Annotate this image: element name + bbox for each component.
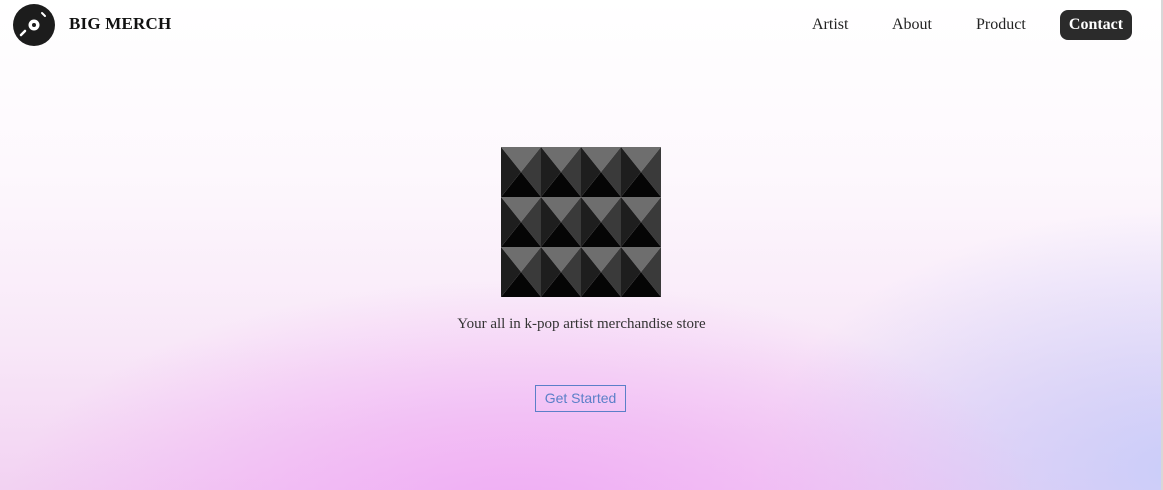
pyramid-stud-pattern-image bbox=[501, 147, 661, 297]
main-nav: Artist About Product Contact bbox=[0, 10, 1163, 40]
nav-link-about[interactable]: About bbox=[892, 10, 932, 40]
nav-link-product[interactable]: Product bbox=[976, 10, 1026, 40]
get-started-button[interactable]: Get Started bbox=[535, 385, 626, 412]
nav-link-artist[interactable]: Artist bbox=[812, 10, 848, 40]
hero-tagline: Your all in k-pop artist merchandise sto… bbox=[457, 316, 706, 332]
nav-link-contact[interactable]: Contact bbox=[1060, 10, 1132, 40]
